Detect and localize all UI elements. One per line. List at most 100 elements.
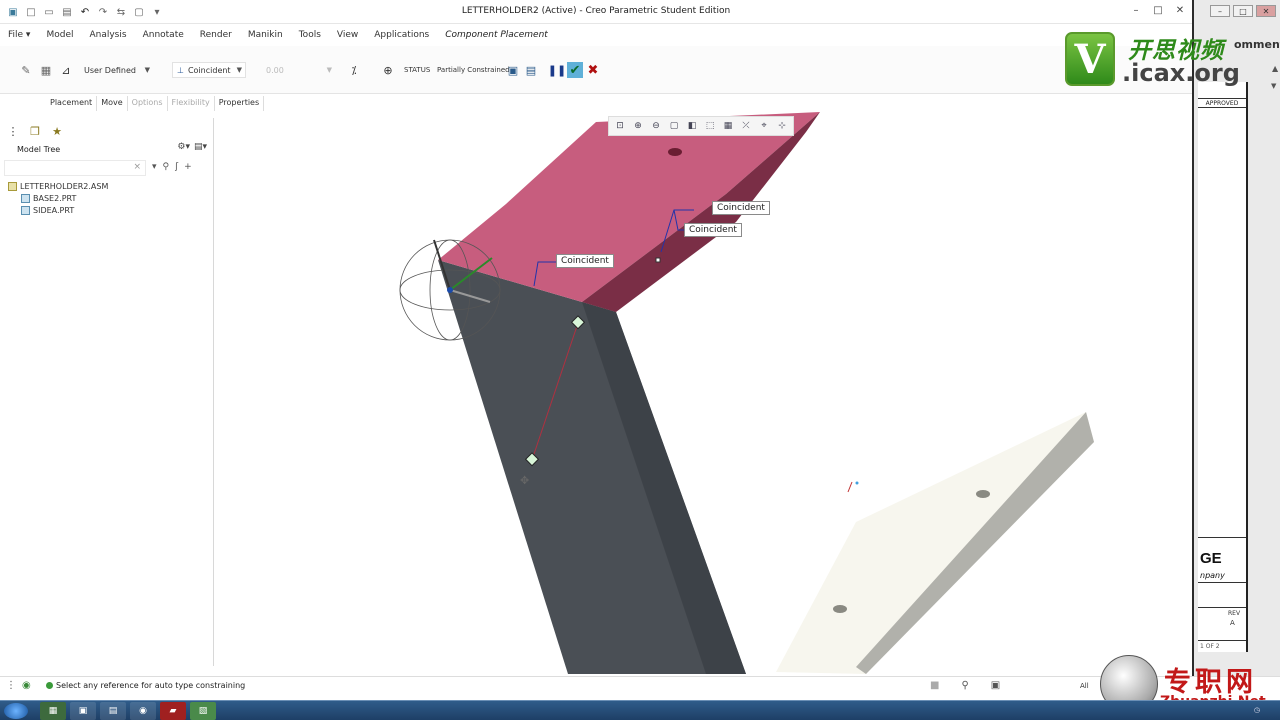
icax-logo-url: .icax.org: [1122, 59, 1240, 87]
status-right-icons: ■ ⚲ ▣: [930, 680, 1000, 691]
chevron-up-icon: ▲: [1272, 64, 1279, 73]
menu-file[interactable]: File ▾: [8, 30, 30, 40]
constraint-type-value: Coincident: [187, 65, 231, 75]
annotation-display-icon[interactable]: ⌖: [756, 118, 772, 134]
constraint-label-coincident[interactable]: Coincident: [684, 223, 742, 237]
graphics-viewport[interactable]: ✥ ⊡ ⊕ ⊖ ▢ ◧ ⬚ ▦ ⤫ ⌖ ⊹ Coincident Coincid…: [216, 112, 1192, 674]
flip-icon: ⁒: [351, 63, 357, 77]
menu-applications[interactable]: Applications: [374, 30, 429, 40]
add-icon[interactable]: +: [184, 162, 192, 172]
part-icon: [21, 206, 30, 215]
approved-label: APPROVED: [1198, 98, 1246, 108]
tree-search-input[interactable]: ×: [4, 160, 146, 176]
model-tree-tab-icon[interactable]: ⋮: [6, 124, 20, 138]
pink-hole: [668, 148, 682, 156]
find-icon[interactable]: ⚲: [961, 680, 968, 691]
constraint-type-select[interactable]: ⊥ Coincident ▼: [172, 62, 246, 78]
menu-manikin[interactable]: Manikin: [248, 30, 283, 40]
chevron-down-icon: ▼: [144, 66, 150, 74]
filter-icon[interactable]: ʃ: [175, 162, 178, 172]
tree-item-label: SIDEA.PRT: [33, 206, 75, 215]
copy-icon[interactable]: ▦: [38, 62, 54, 78]
toggle-browser-icon[interactable]: ◉: [22, 680, 31, 691]
tree-item-part[interactable]: SIDEA.PRT: [21, 206, 74, 215]
zoom-out-icon[interactable]: ⊖: [648, 118, 664, 134]
clear-icon[interactable]: ×: [133, 162, 141, 172]
taskbar-app-icon[interactable]: ▤: [100, 702, 126, 720]
taskbar-app-icon[interactable]: ▣: [70, 702, 96, 720]
find-icon[interactable]: ⚲: [163, 162, 170, 172]
flip-button[interactable]: ⁒: [346, 62, 362, 78]
menu-model[interactable]: Model: [46, 30, 73, 40]
rev-value: A: [1230, 619, 1235, 627]
csys-marker: [847, 481, 859, 493]
tab-move[interactable]: Move: [97, 96, 128, 111]
start-button[interactable]: [4, 703, 28, 719]
sheet-number: 1 OF 2: [1200, 643, 1220, 650]
maximize-icon[interactable]: □: [1233, 5, 1253, 17]
tree-columns-icon[interactable]: ▤▾: [194, 142, 207, 152]
status-message-text: Select any reference for auto type const…: [56, 681, 246, 690]
chevron-down-icon: ▼: [1271, 82, 1277, 90]
tree-item-label: LETTERHOLDER2.ASM: [20, 182, 109, 191]
menu-tools[interactable]: Tools: [299, 30, 321, 40]
tree-item-part[interactable]: BASE2.PRT: [21, 194, 76, 203]
chevron-down-icon[interactable]: ▾: [152, 162, 157, 172]
tab-placement[interactable]: Placement: [46, 96, 98, 111]
menu-render[interactable]: Render: [200, 30, 232, 40]
menu-view[interactable]: View: [337, 30, 358, 40]
model-graphics: ✥: [399, 112, 1094, 674]
tree-item-assembly[interactable]: LETTERHOLDER2.ASM: [8, 182, 108, 191]
status-value: Partially Constrained: [437, 66, 510, 74]
creo-icon[interactable]: ▧: [190, 702, 216, 720]
os-taskbar: ▦ ▣ ▤ ◉ ▰ ▧ ◷: [0, 700, 1280, 720]
sheet-divider: [1198, 582, 1246, 583]
minimize-icon[interactable]: –: [1210, 5, 1230, 17]
constraint-label-coincident[interactable]: Coincident: [712, 201, 770, 215]
company-fragment: npany: [1200, 571, 1225, 580]
close-icon[interactable]: ✕: [1174, 5, 1186, 16]
saved-orientations-icon[interactable]: ⬚: [702, 118, 718, 134]
assembly-window-icon[interactable]: ▤: [523, 62, 539, 78]
connection-icon[interactable]: ⊿: [58, 62, 74, 78]
move-dragger-button[interactable]: ⊕: [380, 62, 396, 78]
tab-properties[interactable]: Properties: [215, 96, 265, 111]
tab-component-placement[interactable]: Component Placement: [445, 30, 548, 40]
selection-icon[interactable]: ▣: [991, 680, 1000, 691]
menu-annotate[interactable]: Annotate: [143, 30, 184, 40]
chevron-down-icon: ▼: [326, 66, 332, 74]
navigator-tabs: ⋮ ❐ ★: [6, 124, 64, 138]
taskbar-clock-icon: ◷: [1253, 706, 1260, 714]
separate-window-icon[interactable]: ▣: [505, 62, 521, 78]
repaint-icon[interactable]: ▢: [666, 118, 682, 134]
tree-settings-icon[interactable]: ⚙▾: [177, 142, 190, 152]
constraint-label-coincident[interactable]: Coincident: [556, 254, 614, 268]
offset-input[interactable]: 0.00 ▼: [262, 62, 336, 78]
taskbar-app-icon[interactable]: ▦: [40, 702, 66, 720]
cancel-x-icon[interactable]: ✖: [585, 62, 601, 78]
menu-analysis[interactable]: Analysis: [89, 30, 126, 40]
favorites-icon[interactable]: ★: [50, 124, 64, 138]
ok-check-icon[interactable]: ✔: [567, 62, 583, 78]
toggle-navigator-icon[interactable]: ⋮: [6, 680, 16, 691]
chevron-down-icon: ▼: [236, 66, 242, 74]
close-icon[interactable]: ✕: [1256, 5, 1276, 17]
selection-filter[interactable]: All: [1080, 682, 1089, 690]
constraint-set-select[interactable]: User Defined ▼: [80, 62, 154, 78]
base-part[interactable]: [776, 412, 1094, 674]
display-style-icon[interactable]: ◧: [684, 118, 700, 134]
refit-icon[interactable]: ⊡: [612, 118, 628, 134]
pause-icon[interactable]: ❚❚: [548, 62, 566, 78]
edit-icon[interactable]: ✎: [18, 62, 34, 78]
folder-browser-icon[interactable]: ❐: [28, 124, 42, 138]
spin-center-icon[interactable]: ⊹: [774, 118, 790, 134]
view-manager-icon[interactable]: ▦: [720, 118, 736, 134]
drawing-sheet: APPROVED GE npany REV A 1 OF 2: [1198, 82, 1248, 652]
datum-display-icon[interactable]: ⤫: [738, 118, 754, 134]
icax-logo: V: [1065, 32, 1115, 86]
minimize-icon[interactable]: –: [1130, 5, 1142, 16]
pdf-icon[interactable]: ▰: [160, 702, 186, 720]
chrome-icon[interactable]: ◉: [130, 702, 156, 720]
maximize-icon[interactable]: □: [1152, 5, 1164, 16]
zoom-in-icon[interactable]: ⊕: [630, 118, 646, 134]
